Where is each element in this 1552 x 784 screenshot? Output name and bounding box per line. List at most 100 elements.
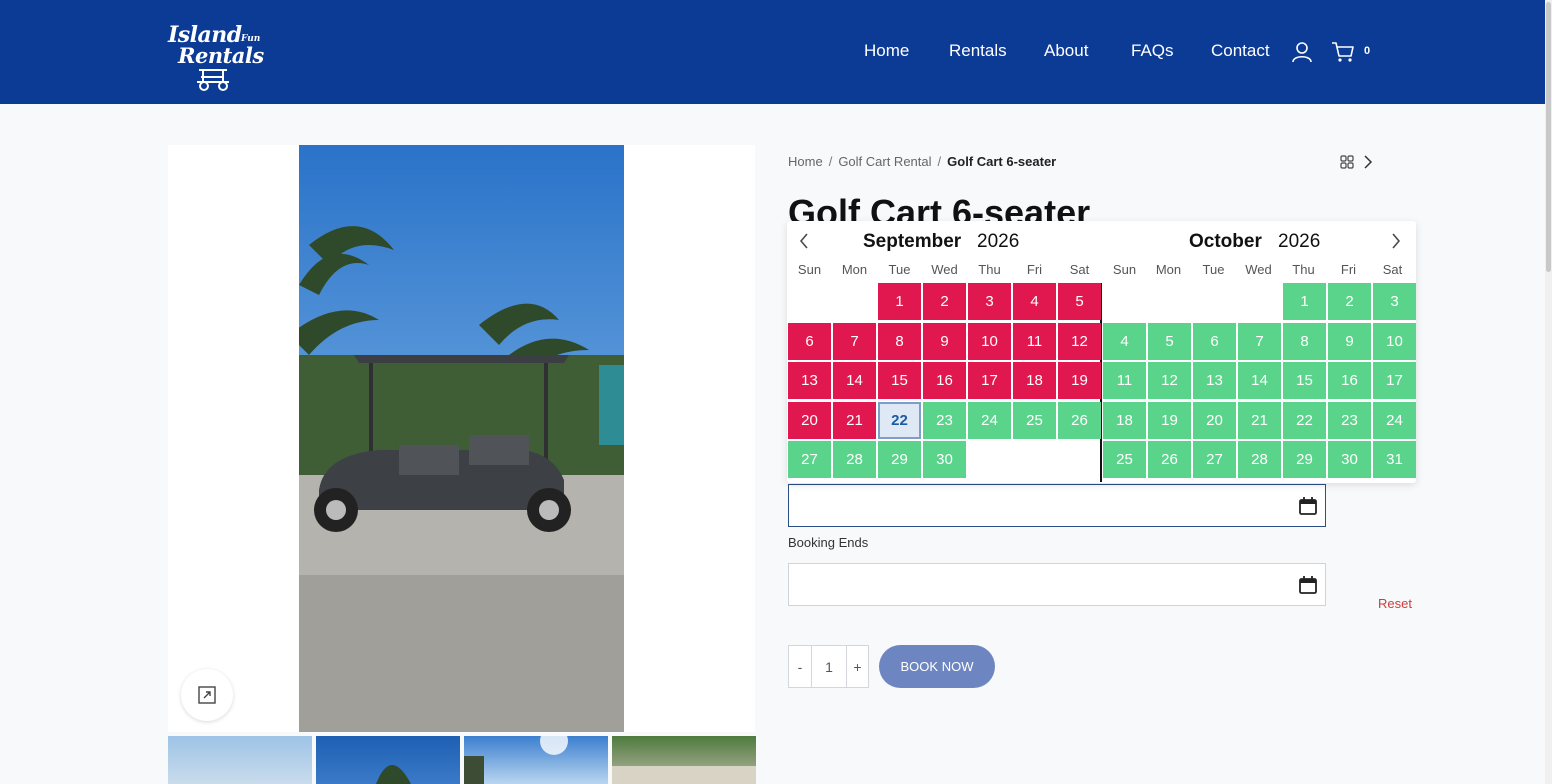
calendar-day-oct-2[interactable]: 2 — [1328, 283, 1371, 320]
scrollbar-thumb[interactable] — [1546, 2, 1551, 272]
calendar-month-left[interactable]: September — [863, 231, 961, 253]
user-icon[interactable] — [1290, 40, 1314, 64]
calendar-day-sep-29[interactable]: 29 — [878, 441, 921, 479]
calendar-day-oct-19[interactable]: 19 — [1148, 401, 1191, 439]
calendar-day-oct-11[interactable]: 11 — [1103, 362, 1146, 400]
calendar-day-sep-30[interactable]: 30 — [923, 441, 966, 479]
nav-contact[interactable]: Contact — [1211, 41, 1270, 61]
calendar-day-sep-22[interactable]: 22 — [878, 401, 921, 439]
booking-start-input[interactable] — [788, 484, 1326, 527]
calendar-day-sep-26[interactable]: 26 — [1058, 401, 1101, 439]
calendar-day-oct-26[interactable]: 26 — [1148, 441, 1191, 479]
calendar-day-oct-10[interactable]: 10 — [1373, 322, 1416, 360]
qty-increase-button[interactable]: + — [846, 646, 868, 687]
calendar-day-oct-1[interactable]: 1 — [1283, 283, 1326, 320]
grid-icon[interactable] — [1340, 155, 1354, 169]
product-photo[interactable] — [299, 145, 624, 732]
calendar-day-sep-19: 19 — [1058, 362, 1101, 400]
calendar-day-sep-20: 20 — [788, 401, 831, 439]
chevron-left-icon[interactable] — [798, 233, 810, 249]
calendar-day-oct-12[interactable]: 12 — [1148, 362, 1191, 400]
calendar-day-sep-2: 2 — [923, 283, 966, 320]
calendar-day-oct-18[interactable]: 18 — [1103, 401, 1146, 439]
weekday-label: Wed — [1245, 262, 1272, 277]
calendar-day-sep-23[interactable]: 23 — [923, 401, 966, 439]
calendar-day-sep-25[interactable]: 25 — [1013, 401, 1056, 439]
breadcrumb-current: Golf Cart 6-seater — [947, 154, 1057, 169]
calendar-day-oct-4[interactable]: 4 — [1103, 322, 1146, 360]
booking-end-input[interactable] — [788, 563, 1326, 606]
zoom-button[interactable] — [181, 669, 233, 721]
calendar-day-oct-31[interactable]: 31 — [1373, 441, 1416, 479]
reset-link[interactable]: Reset — [1378, 596, 1412, 611]
calendar-day-oct-17[interactable]: 17 — [1373, 362, 1416, 400]
nav-rentals[interactable]: Rentals — [949, 41, 1007, 61]
calendar-day-sep-28[interactable]: 28 — [833, 441, 876, 479]
nav-faqs[interactable]: FAQs — [1131, 41, 1174, 61]
gallery-thumbnail[interactable] — [168, 736, 312, 784]
calendar-day-oct-27[interactable]: 27 — [1193, 441, 1236, 479]
calendar-day-sep-27[interactable]: 27 — [788, 441, 831, 479]
calendar-day-sep-3: 3 — [968, 283, 1011, 320]
calendar-day-sep-10: 10 — [968, 322, 1011, 360]
calendar-day-oct-24[interactable]: 24 — [1373, 401, 1416, 439]
calendar-day-oct-21[interactable]: 21 — [1238, 401, 1281, 439]
weekday-label: Sat — [1382, 262, 1403, 277]
gallery-thumbnail[interactable] — [612, 736, 756, 784]
calendar-day-oct-13[interactable]: 13 — [1193, 362, 1236, 400]
calendar-day-oct-20[interactable]: 20 — [1193, 401, 1236, 439]
weekday-label: Wed — [931, 262, 958, 277]
calendar-day-sep-14: 14 — [833, 362, 876, 400]
calendar-day-oct-30[interactable]: 30 — [1328, 441, 1371, 479]
calendar-day-oct-16[interactable]: 16 — [1328, 362, 1371, 400]
calendar-day-sep-1: 1 — [878, 283, 921, 320]
page-scrollbar[interactable] — [1545, 0, 1552, 784]
golf-cart-icon — [197, 69, 229, 91]
chevron-right-icon[interactable] — [1362, 155, 1374, 169]
qty-input[interactable]: 1 — [812, 646, 846, 687]
weekday-label: Sat — [1069, 262, 1090, 277]
nav-home[interactable]: Home — [864, 41, 909, 61]
calendar-day-oct-22[interactable]: 22 — [1283, 401, 1326, 439]
gallery-thumbnail[interactable] — [464, 736, 608, 784]
nav-about[interactable]: About — [1044, 41, 1088, 61]
calendar-day-sep-9: 9 — [923, 322, 966, 360]
weekday-label: Sun — [1112, 262, 1137, 277]
calendar-year-left[interactable]: 2026 — [977, 231, 1019, 253]
calendar-day-sep-18: 18 — [1013, 362, 1056, 400]
expand-icon — [198, 686, 216, 704]
weekday-label: Mon — [1155, 262, 1182, 277]
calendar-day-sep-15: 15 — [878, 362, 921, 400]
calendar-day-sep-17: 17 — [968, 362, 1011, 400]
calendar-day-oct-5[interactable]: 5 — [1148, 322, 1191, 360]
calendar-day-sep-13: 13 — [788, 362, 831, 400]
calendar-day-oct-3[interactable]: 3 — [1373, 283, 1416, 320]
chevron-right-icon[interactable] — [1390, 233, 1402, 249]
calendar-icon[interactable] — [1298, 575, 1318, 595]
calendar-day-oct-25[interactable]: 25 — [1103, 441, 1146, 479]
calendar-day-oct-28[interactable]: 28 — [1238, 441, 1281, 479]
calendar-day-oct-6[interactable]: 6 — [1193, 322, 1236, 360]
calendar-day-oct-23[interactable]: 23 — [1328, 401, 1371, 439]
calendar-day-sep-24[interactable]: 24 — [968, 401, 1011, 439]
calendar-day-oct-29[interactable]: 29 — [1283, 441, 1326, 479]
calendar-day-sep-8: 8 — [878, 322, 921, 360]
qty-decrease-button[interactable]: - — [789, 646, 812, 687]
calendar-day-sep-11: 11 — [1013, 322, 1056, 360]
site-header: Island Fun Rentals Home Rentals About FA… — [0, 0, 1545, 104]
calendar-month-right[interactable]: October — [1189, 231, 1262, 253]
calendar-day-oct-8[interactable]: 8 — [1283, 322, 1326, 360]
calendar-day-oct-15[interactable]: 15 — [1283, 362, 1326, 400]
calendar-day-oct-9[interactable]: 9 — [1328, 322, 1371, 360]
calendar-icon[interactable] — [1298, 496, 1318, 516]
site-logo[interactable]: Island Fun Rentals — [168, 22, 268, 94]
breadcrumb-golf-cart-rental[interactable]: Golf Cart Rental — [838, 154, 931, 169]
calendar-day-oct-7[interactable]: 7 — [1238, 322, 1281, 360]
calendar-day-oct-14[interactable]: 14 — [1238, 362, 1281, 400]
cart-icon[interactable] — [1331, 41, 1355, 63]
calendar-year-right[interactable]: 2026 — [1278, 231, 1320, 253]
calendar-day-sep-4: 4 — [1013, 283, 1056, 320]
breadcrumb-home[interactable]: Home — [788, 154, 823, 169]
book-now-button[interactable]: BOOK NOW — [879, 645, 995, 688]
gallery-thumbnail[interactable] — [316, 736, 460, 784]
